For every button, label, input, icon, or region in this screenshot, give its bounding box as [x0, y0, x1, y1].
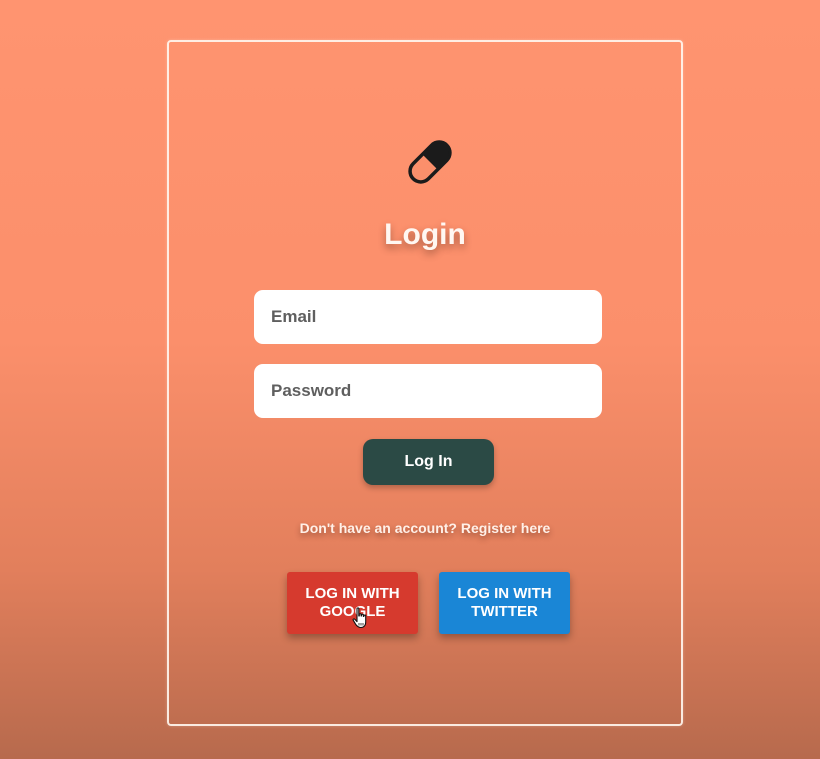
login-button[interactable]: Log In	[363, 439, 494, 485]
twitter-login-button[interactable]: LOG IN WITH TWITTER	[439, 572, 570, 634]
page-title: Login	[384, 218, 466, 251]
register-link[interactable]: Don't have an account? Register here	[300, 520, 551, 536]
email-field[interactable]	[254, 290, 602, 344]
register-prompt: Don't have an account? Register here	[169, 520, 681, 536]
pill-icon	[408, 140, 452, 184]
google-login-button[interactable]: LOG IN WITH GOOGLE	[287, 572, 418, 634]
password-field[interactable]	[254, 364, 602, 418]
login-card: Login Log In Don't have an account? Regi…	[167, 40, 683, 726]
